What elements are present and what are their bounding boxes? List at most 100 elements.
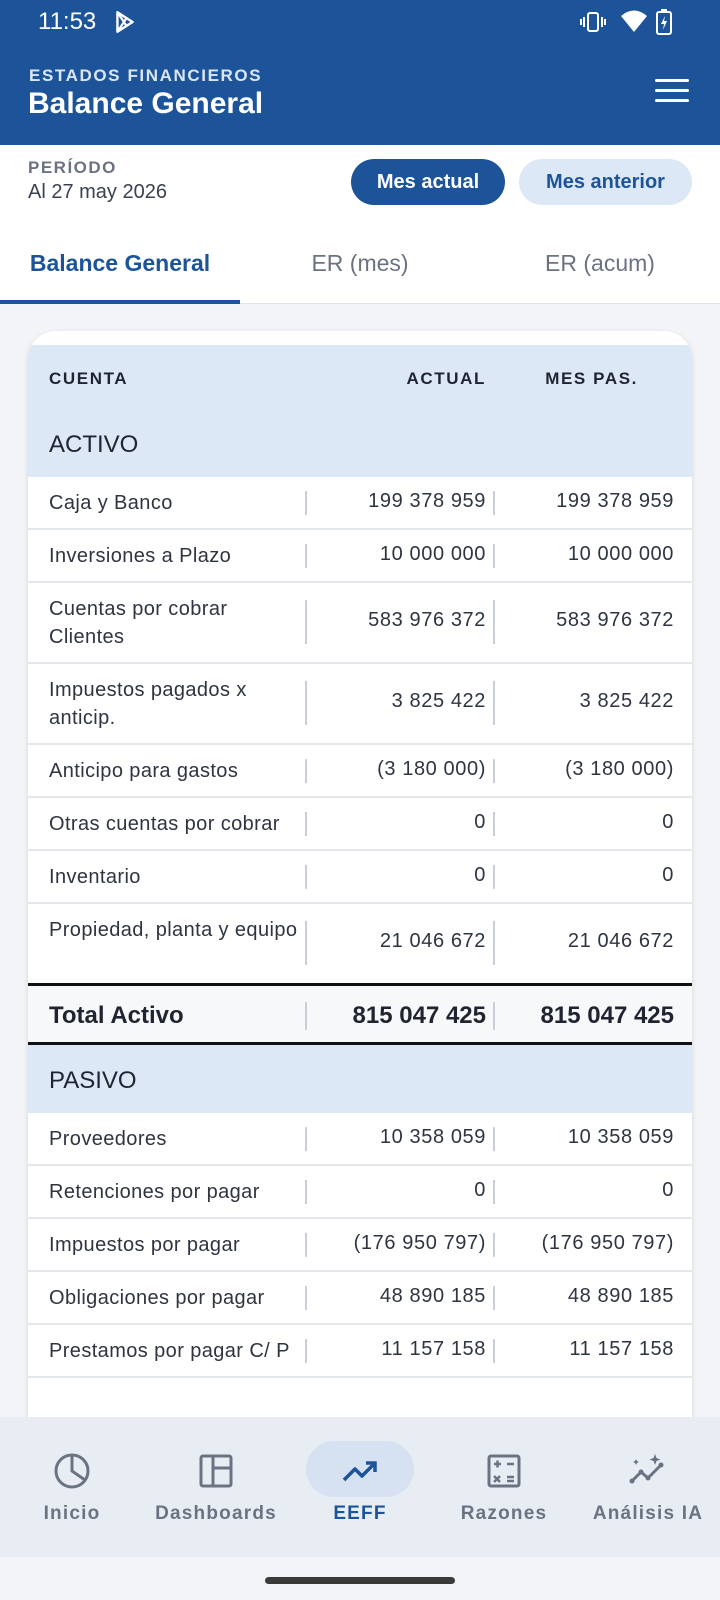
row-mes-pas-value: (176 950 797)	[541, 1232, 674, 1254]
tab-er-mes[interactable]: ER (mes)	[240, 222, 480, 304]
row-account-name: Prestamos por pagar C/ P	[49, 1340, 290, 1362]
nav-item-razones[interactable]: Razones	[432, 1417, 576, 1557]
current-month-button[interactable]: Mes actual	[351, 159, 505, 205]
pie-chart-icon	[54, 1453, 90, 1489]
row-actual-value: 199 378 959	[368, 490, 486, 512]
row-account-name: Inventario	[49, 866, 141, 888]
row-actual-value: 0	[474, 864, 486, 886]
row-actual-value: (3 180 000)	[377, 758, 486, 780]
row-account-name: Retenciones por pagar	[49, 1181, 260, 1203]
nav-label: Razones	[460, 1503, 548, 1524]
section-title-activo: ACTIVO	[49, 431, 139, 458]
column-divider	[493, 865, 495, 889]
column-divider	[305, 1339, 307, 1363]
total-label: Total Activo	[49, 1002, 184, 1029]
row-account-name: Cuentas por cobrar Clientes	[49, 598, 228, 648]
vibrate-icon	[580, 12, 606, 32]
page-title: Balance General	[28, 87, 264, 120]
row-actual-value: 11 157 158	[381, 1338, 486, 1360]
period-bar: PERÍODO Al 27 may 2026 Mes actual Mes an…	[0, 145, 720, 222]
activo-rows: Caja y Banco 199 378 959 199 378 959 Invers…	[28, 477, 692, 985]
column-divider	[493, 600, 495, 644]
column-divider	[305, 681, 307, 725]
column-divider	[493, 1180, 495, 1204]
row-mes-pas-value: 10 000 000	[567, 543, 674, 565]
column-header-mes-pas: MES PAS.	[545, 369, 638, 388]
status-time: 11:53	[38, 8, 97, 35]
home-indicator[interactable]	[265, 1577, 455, 1584]
column-divider	[305, 1233, 307, 1257]
tab-er-acum[interactable]: ER (acum)	[480, 222, 720, 304]
menu-icon[interactable]	[655, 79, 689, 107]
row-actual-value: 0	[474, 1179, 486, 1201]
row-account-name: Inversiones a Plazo	[49, 545, 232, 567]
trending-up-icon	[342, 1461, 377, 1482]
nav-label: Inicio	[43, 1503, 101, 1524]
row-account-name: Caja y Banco	[49, 492, 173, 514]
row-mes-pas-value: 583 976 372	[556, 609, 674, 631]
total-actual: 815 047 425	[352, 1002, 486, 1029]
app-header: 11:53 ESTADOS FINANCIEROS Balance Genera…	[0, 0, 720, 145]
nav-item-analisis-ia[interactable]: Análisis IA	[576, 1417, 720, 1557]
row-mes-pas-value: 10 358 059	[567, 1126, 674, 1148]
section-title-pasivo: PASIVO	[49, 1067, 137, 1094]
row-mes-pas-value: 21 046 672	[567, 930, 674, 952]
column-divider	[493, 1339, 495, 1363]
dashboard-layout-icon	[199, 1454, 233, 1488]
nav-label: EEFF	[333, 1503, 387, 1524]
sparkle-chart-icon	[629, 1454, 664, 1484]
column-divider	[493, 759, 495, 783]
balance-table-card: CUENTA ACTUAL MES PAS. ACTIVO Caja y Ban…	[28, 331, 692, 1421]
balance-table: CUENTA ACTUAL MES PAS. ACTIVO Caja y Ban…	[28, 345, 692, 1378]
table-row: Otras cuentas por cobrar 0 0	[28, 798, 692, 851]
column-divider	[305, 1002, 307, 1030]
row-account-name: Anticipo para gastos	[49, 760, 239, 782]
row-account-name: Impuestos pagados x anticip.	[49, 679, 247, 729]
period-value: Al 27 may 2026	[28, 181, 167, 203]
row-mes-pas-value: 0	[662, 1179, 674, 1201]
calculator-icon	[487, 1454, 521, 1488]
row-mes-pas-value: 0	[662, 811, 674, 833]
table-row: Impuestos pagados x anticip. 3 825 422 3 8…	[28, 664, 692, 745]
nav-item-inicio[interactable]: Inicio	[0, 1417, 144, 1557]
row-account-name: Obligaciones por pagar	[49, 1287, 265, 1309]
column-header-actual: ACTUAL	[406, 369, 486, 388]
tab-bar: Balance General ER (mes) ER (acum)	[0, 222, 720, 304]
row-actual-value: 583 976 372	[368, 609, 486, 631]
column-header-cuenta: CUENTA	[49, 369, 129, 388]
table-header: CUENTA ACTUAL MES PAS.	[28, 345, 692, 409]
table-row: Proveedores 10 358 059 10 358 059	[28, 1113, 692, 1166]
nav-item-eeff[interactable]: EEFF	[288, 1417, 432, 1557]
row-actual-value: 10 358 059	[379, 1126, 486, 1148]
period-label: PERÍODO	[28, 158, 117, 177]
row-actual-value: 48 890 185	[379, 1285, 486, 1307]
row-account-name: Impuestos por pagar	[49, 1234, 241, 1256]
section-pasivo: PASIVO	[28, 1045, 692, 1113]
active-tab-indicator	[0, 300, 240, 304]
column-divider	[305, 1286, 307, 1310]
bottom-navigation: Inicio Dashboards EEFF Razones Análisis …	[0, 1417, 720, 1557]
column-divider	[493, 1233, 495, 1257]
header-subtitle: ESTADOS FINANCIEROS	[29, 66, 263, 85]
row-actual-value: 0	[474, 811, 486, 833]
section-activo: ACTIVO	[28, 409, 692, 477]
previous-month-button[interactable]: Mes anterior	[519, 159, 692, 205]
table-row: Retenciones por pagar 0 0	[28, 1166, 692, 1219]
battery-charging-icon	[656, 9, 672, 35]
pasivo-rows: Proveedores 10 358 059 10 358 059 Retencion…	[28, 1113, 692, 1378]
row-mes-pas-value: 48 890 185	[567, 1285, 674, 1307]
table-row: Inventario 0 0	[28, 851, 692, 904]
table-row: Obligaciones por pagar 48 890 185 48 890 1…	[28, 1272, 692, 1325]
column-divider	[305, 1127, 307, 1151]
total-mes-pas: 815 047 425	[540, 1002, 674, 1029]
column-divider	[493, 921, 495, 965]
column-divider	[493, 1002, 495, 1030]
row-actual-value: 10 000 000	[379, 543, 486, 565]
nav-item-dashboards[interactable]: Dashboards	[144, 1417, 288, 1557]
status-bar: 11:53	[0, 0, 720, 44]
column-divider	[493, 1127, 495, 1151]
column-divider	[305, 1180, 307, 1204]
tab-balance-general[interactable]: Balance General	[0, 222, 240, 304]
row-mes-pas-value: 11 157 158	[569, 1338, 674, 1360]
table-row: Caja y Banco 199 378 959 199 378 959	[28, 477, 692, 530]
